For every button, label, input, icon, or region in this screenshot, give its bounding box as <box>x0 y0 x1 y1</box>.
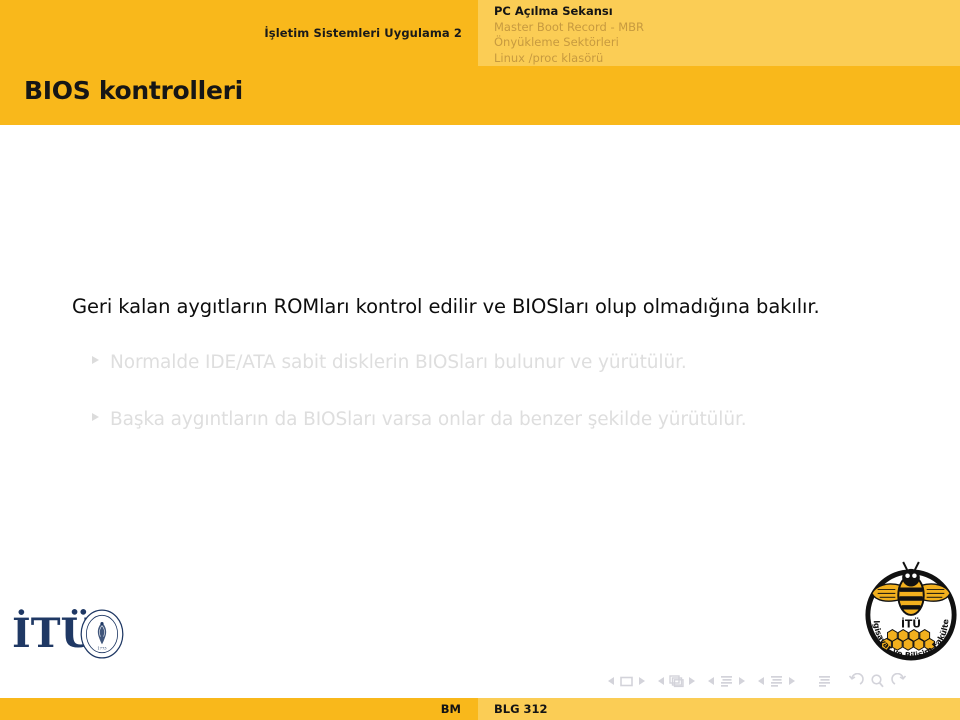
lead-paragraph: Geri kalan aygıtların ROMları kontrol ed… <box>72 295 820 318</box>
footer-course-panel <box>478 698 960 720</box>
nav-misc-group[interactable] <box>847 672 908 689</box>
itu-seal-icon: 1773 <box>80 609 124 659</box>
next-frame-icon[interactable] <box>689 677 695 685</box>
svg-text:1773: 1773 <box>97 647 107 651</box>
triangle-bullet-icon <box>92 356 99 364</box>
back-arrow-icon[interactable] <box>847 672 864 689</box>
faculty-logo-itu-text: İTÜ <box>901 617 921 631</box>
itu-university-logo: İTÜ 1773 <box>8 600 128 670</box>
next-section-icon[interactable] <box>789 677 795 685</box>
next-slide-icon[interactable] <box>639 677 645 685</box>
section-navigation-list[interactable]: PC Açılma Sekansı Master Boot Record - M… <box>494 4 954 66</box>
nav-group-slide[interactable] <box>608 673 645 689</box>
bullet-item-label: Başka aygıntların da BIOSları varsa onla… <box>110 409 747 430</box>
next-subsection-icon[interactable] <box>739 677 745 685</box>
nav-group-subsection[interactable] <box>708 673 745 689</box>
document-icon[interactable] <box>816 673 833 689</box>
section-icon[interactable] <box>768 673 785 689</box>
frame-title: BIOS kontrolleri <box>24 76 243 105</box>
slide-icon[interactable] <box>618 673 635 689</box>
prev-subsection-icon[interactable] <box>708 677 714 685</box>
section-item-onyukleme-sektorleri[interactable]: Önyükleme Sektörleri <box>494 35 954 51</box>
slide-footer-bar: BM BLG 312 <box>0 698 960 720</box>
bullet-item: Normalde IDE/ATA sabit disklerin BIOSlar… <box>92 351 948 375</box>
presentation-title: İşletim Sistemleri Uygulama 2 <box>0 0 470 66</box>
nav-group-frame[interactable] <box>658 673 695 689</box>
search-icon[interactable] <box>869 673 886 689</box>
presentation-title-text: İşletim Sistemleri Uygulama 2 <box>264 26 462 40</box>
bullet-item: Başka aygıntların da BIOSları varsa onla… <box>92 408 948 432</box>
triangle-bullet-icon <box>92 413 99 421</box>
frame-stack-icon[interactable] <box>668 673 685 689</box>
prev-section-icon[interactable] <box>758 677 764 685</box>
beamer-navigation-bar[interactable] <box>608 670 948 692</box>
footer-course-label: BLG 312 <box>494 702 548 716</box>
prev-slide-icon[interactable] <box>608 677 614 685</box>
section-item-master-boot-record[interactable]: Master Boot Record - MBR <box>494 20 954 36</box>
bullet-item-label: Normalde IDE/ATA sabit disklerin BIOSlar… <box>110 352 687 373</box>
nav-group-section[interactable] <box>758 673 795 689</box>
footer-author-label: BM <box>440 702 461 716</box>
section-item-linux-proc-klasoru[interactable]: Linux /proc klasörü <box>494 51 954 67</box>
prev-frame-icon[interactable] <box>658 677 664 685</box>
section-item-pc-acilma-sekansi[interactable]: PC Açılma Sekansı <box>494 4 954 20</box>
forward-arrow-icon[interactable] <box>891 672 908 689</box>
slide-header-bar: İşletim Sistemleri Uygulama 2 PC Açılma … <box>0 0 960 125</box>
faculty-bee-logo: İTÜ Bilgisayar ve Bilişim Fakültesi <box>862 560 957 661</box>
slide-content: Geri kalan aygıtların ROMları kontrol ed… <box>0 125 960 698</box>
subsection-icon[interactable] <box>718 673 735 689</box>
